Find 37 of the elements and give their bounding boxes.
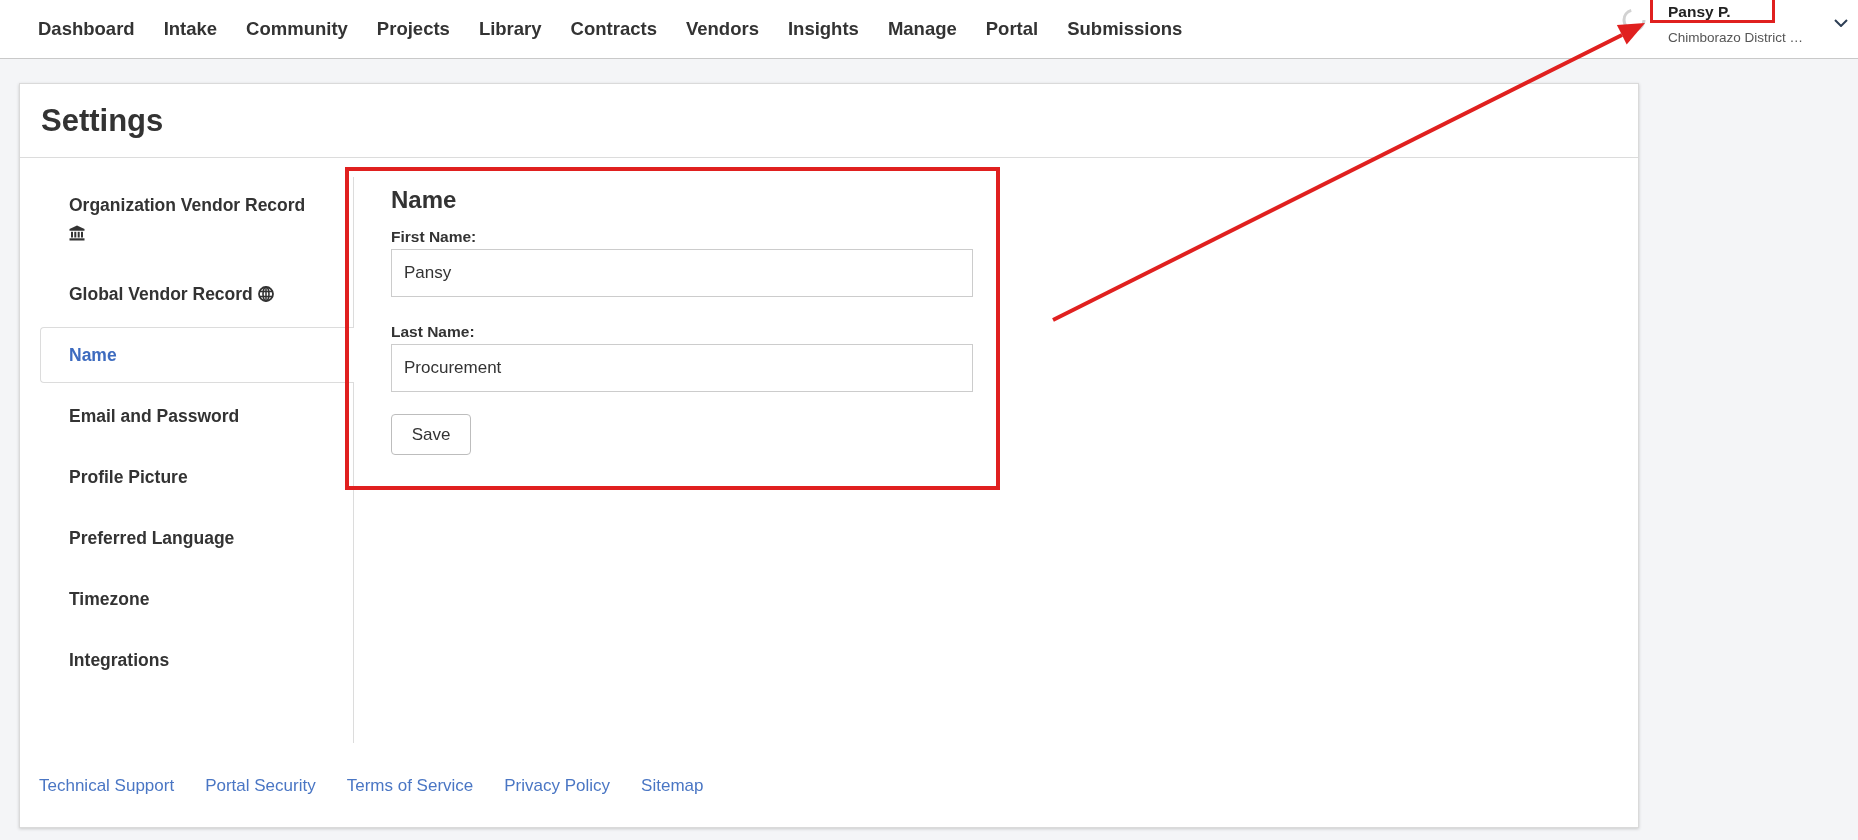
field-label: First Name: [391, 227, 478, 247]
sidebar-item[interactable]: Profile Picture [40, 449, 353, 505]
nav-link[interactable]: Contracts [570, 18, 657, 40]
section-heading: Name [391, 186, 458, 214]
footer-link[interactable]: Portal Security [205, 776, 316, 796]
nav-link[interactable]: Portal [985, 18, 1039, 40]
save-button[interactable]: Save [391, 414, 471, 455]
nav-link[interactable]: Submissions [1067, 18, 1183, 40]
field-label: Last Name: [391, 322, 476, 342]
organization-name: Chimborazo District … [1668, 29, 1805, 47]
sidebar-item[interactable]: Integrations [40, 632, 353, 688]
nav-link[interactable]: Community [246, 18, 348, 40]
sidebar-item[interactable]: Preferred Language [40, 510, 353, 566]
footer-link[interactable]: Technical Support [39, 776, 175, 796]
sidebar-item[interactable]: Timezone [40, 571, 353, 627]
sidebar-item[interactable]: Name [40, 327, 354, 383]
footer-link[interactable]: Privacy Policy [504, 776, 611, 796]
sidebar-item[interactable]: Email and Password [40, 388, 353, 444]
sidebar-item[interactable]: Organization Vendor Record [40, 177, 353, 261]
chevron-down-icon[interactable] [1834, 19, 1848, 27]
bank-icon [69, 225, 85, 241]
nav-link[interactable]: Vendors [685, 18, 759, 40]
globe-icon [257, 286, 274, 302]
nav-link[interactable]: Dashboard [38, 18, 135, 40]
footer-link[interactable]: Terms of Service [346, 776, 474, 796]
page-title: Settings [40, 102, 165, 140]
user-name: Pansy P. [1668, 3, 1732, 21]
nav-link[interactable]: Intake [163, 18, 218, 40]
nav-link[interactable]: Manage [887, 18, 957, 40]
nav-link[interactable]: Library [478, 18, 542, 40]
text-input[interactable]: Procurement [391, 344, 973, 392]
nav-link[interactable]: Projects [376, 18, 450, 40]
sidebar-item[interactable]: Global Vendor Record [40, 266, 353, 322]
text-input[interactable]: Pansy [391, 249, 973, 297]
loading-spinner-icon [1622, 8, 1646, 32]
nav-link[interactable]: Insights [787, 18, 859, 40]
footer-link[interactable]: Sitemap [641, 776, 704, 796]
